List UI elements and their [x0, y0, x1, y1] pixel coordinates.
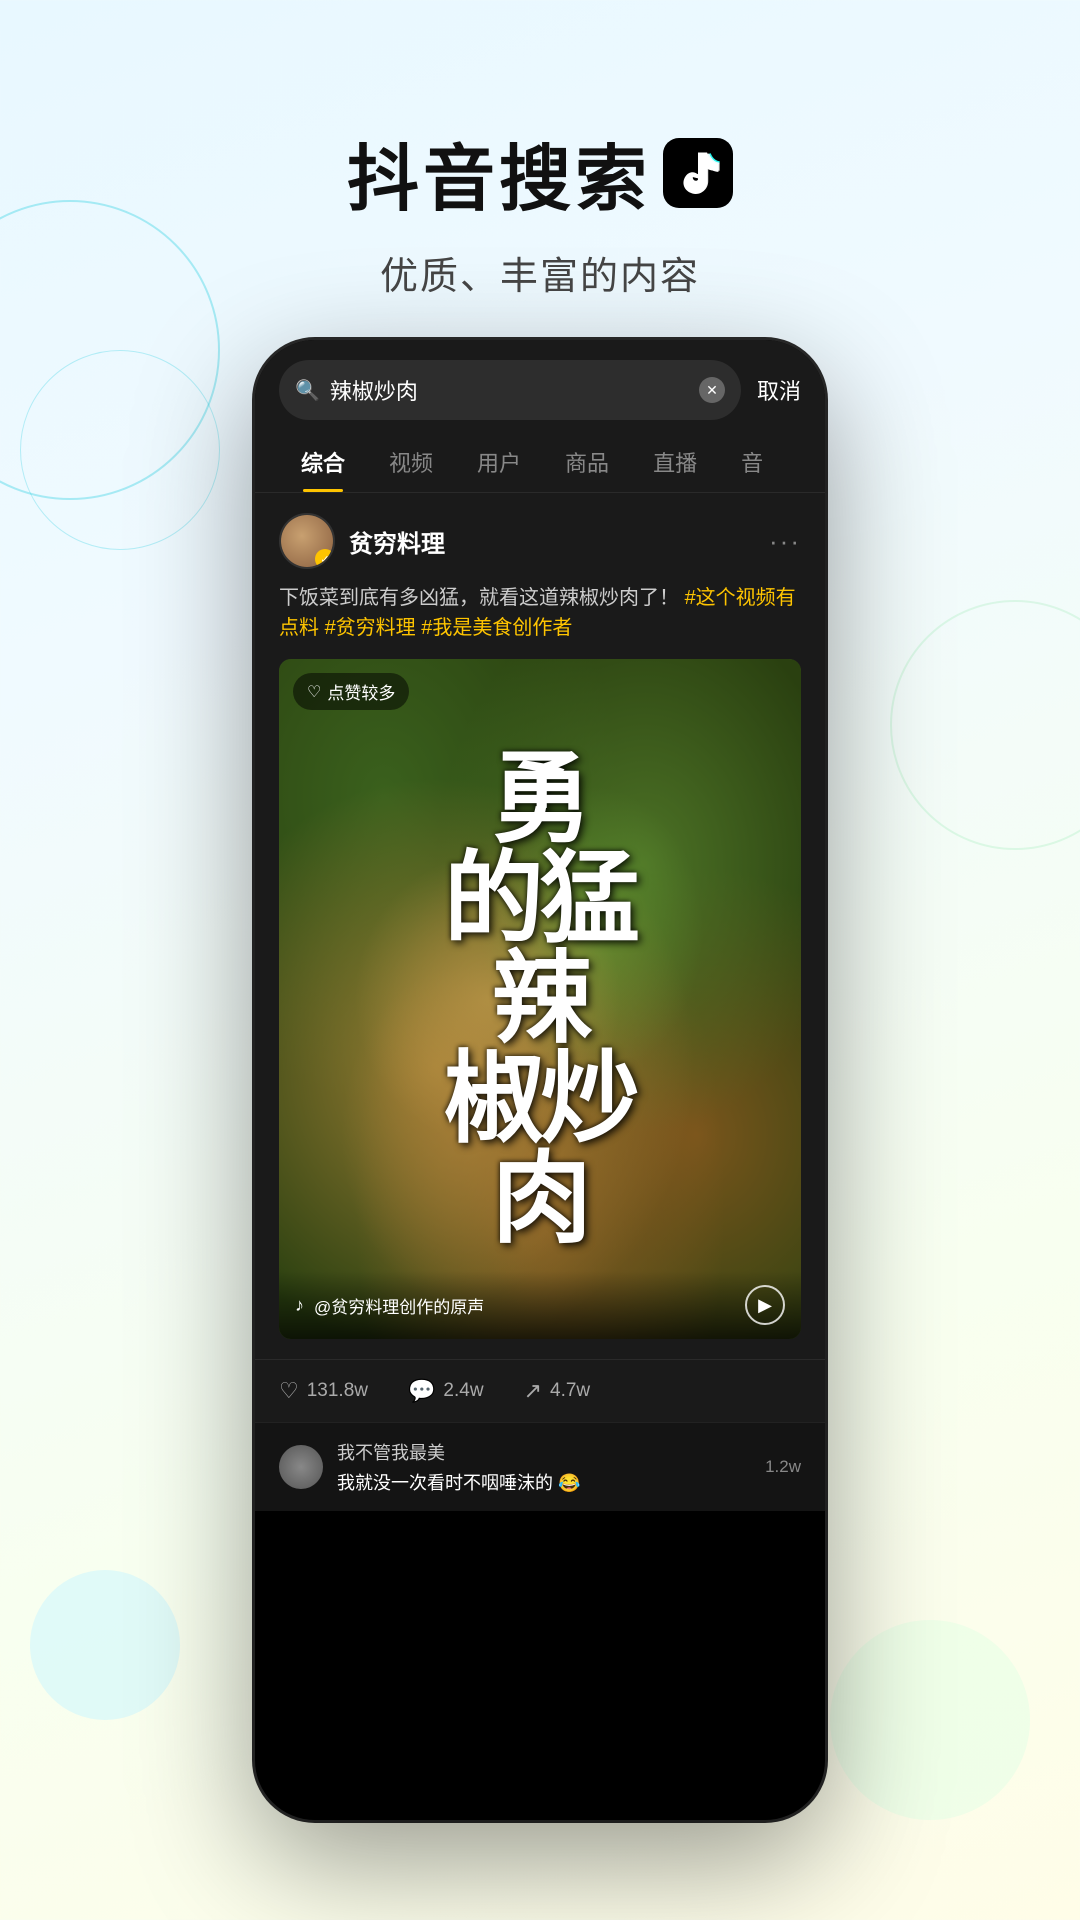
comments-count[interactable]: 💬 2.4w — [408, 1378, 484, 1404]
clear-icon: ✕ — [706, 382, 718, 399]
app-title: 抖音搜索 — [347, 120, 651, 225]
bg-decoration-2 — [20, 350, 220, 550]
comments-number: 2.4w — [443, 1380, 483, 1402]
heart-engage-icon: ♡ — [279, 1378, 299, 1404]
hashtag-2[interactable]: #贫穷料理 — [325, 617, 416, 639]
comment-username: 我不管我最美 — [337, 1439, 751, 1465]
tab-视频[interactable]: 视频 — [367, 432, 455, 492]
video-thumbnail: 勇的猛辣椒炒肉 ♡ 点赞较多 ♪ @贫穷料理创作的原声 — [279, 659, 801, 1339]
shares-count[interactable]: ↗ 4.7w — [524, 1378, 591, 1404]
likes-count[interactable]: ♡ 131.8w — [279, 1378, 368, 1404]
tab-商品[interactable]: 商品 — [543, 432, 631, 492]
video-footer: ♪ @贫穷料理创作的原声 ▶ — [279, 1271, 801, 1339]
likes-number: 131.8w — [307, 1380, 368, 1402]
share-engage-icon: ↗ — [524, 1378, 542, 1404]
tiktok-logo — [663, 138, 733, 208]
tab-用户[interactable]: 用户 — [455, 432, 543, 492]
music-text: @贫穷料理创作的原声 — [314, 1293, 484, 1318]
post-user-row: ✓ 贫穷料理 ··· — [279, 513, 801, 569]
search-bar: 🔍 辣椒炒肉 ✕ 取消 — [255, 340, 825, 432]
heart-icon: ♡ — [307, 682, 321, 702]
title-row: 抖音搜索 — [0, 120, 1080, 225]
user-info: ✓ 贫穷料理 — [279, 513, 445, 569]
play-button[interactable]: ▶ — [745, 1285, 785, 1325]
more-options-icon[interactable]: ··· — [769, 526, 801, 557]
bg-decoration-5 — [830, 1620, 1030, 1820]
avatar[interactable]: ✓ — [279, 513, 335, 569]
music-note-icon: ♪ — [295, 1295, 304, 1316]
comment-avatar — [279, 1445, 323, 1489]
post-body-text: 下饭菜到底有多凶猛，就看这道辣椒炒肉了！ — [279, 587, 679, 609]
comment-body: 我就没一次看时不咽唾沫的 😂 — [337, 1469, 751, 1495]
search-query-text: 辣椒炒肉 — [330, 374, 689, 406]
content-area: ✓ 贫穷料理 ··· 下饭菜到底有多凶猛，就看这道辣椒炒肉了！ #这个视频有点料… — [255, 493, 825, 1359]
tabs-bar: 综合 视频 用户 商品 直播 音 — [255, 432, 825, 493]
phone-mockup: 🔍 辣椒炒肉 ✕ 取消 综合 视频 用户 — [255, 340, 825, 1820]
comment-engage-icon: 💬 — [408, 1378, 435, 1404]
tab-综合[interactable]: 综合 — [279, 432, 367, 492]
search-input-wrapper[interactable]: 🔍 辣椒炒肉 ✕ — [279, 360, 741, 420]
tab-音[interactable]: 音 — [719, 432, 785, 492]
search-cancel-button[interactable]: 取消 — [757, 374, 801, 406]
likes-badge: ♡ 点赞较多 — [293, 673, 409, 710]
play-icon: ▶ — [758, 1295, 772, 1316]
video-container[interactable]: 勇的猛辣椒炒肉 ♡ 点赞较多 ♪ @贫穷料理创作的原声 — [279, 659, 801, 1339]
hashtag-3[interactable]: #我是美食创作者 — [421, 617, 572, 639]
comment-preview-row: 我不管我最美 我就没一次看时不咽唾沫的 😂 1.2w — [255, 1422, 825, 1511]
tab-直播[interactable]: 直播 — [631, 432, 719, 492]
comment-count: 1.2w — [765, 1457, 801, 1477]
post-text: 下饭菜到底有多凶猛，就看这道辣椒炒肉了！ #这个视频有点料 #贫穷料理 #我是美… — [279, 583, 801, 643]
shares-number: 4.7w — [550, 1380, 590, 1402]
search-clear-button[interactable]: ✕ — [699, 377, 725, 403]
bg-decoration-3 — [890, 600, 1080, 850]
app-subtitle: 优质、丰富的内容 — [0, 245, 1080, 300]
comment-text-column: 我不管我最美 我就没一次看时不咽唾沫的 😂 — [337, 1439, 751, 1495]
video-overlay-text: 勇的猛辣椒炒肉 — [444, 749, 636, 1249]
likes-badge-label: 点赞较多 — [327, 679, 395, 704]
username[interactable]: 贫穷料理 — [349, 524, 445, 559]
video-text-overlay: 勇的猛辣椒炒肉 — [279, 659, 801, 1339]
header-section: 抖音搜索 优质、丰富的内容 — [0, 0, 1080, 300]
search-icon: 🔍 — [295, 378, 320, 403]
bg-decoration-4 — [30, 1570, 180, 1720]
phone-frame: 🔍 辣椒炒肉 ✕ 取消 综合 视频 用户 — [255, 340, 825, 1820]
phone-screen: 🔍 辣椒炒肉 ✕ 取消 综合 视频 用户 — [255, 340, 825, 1820]
engagement-row: ♡ 131.8w 💬 2.4w ↗ 4.7w — [255, 1359, 825, 1422]
music-info: ♪ @贫穷料理创作的原声 — [295, 1293, 484, 1318]
verified-badge: ✓ — [315, 549, 335, 569]
